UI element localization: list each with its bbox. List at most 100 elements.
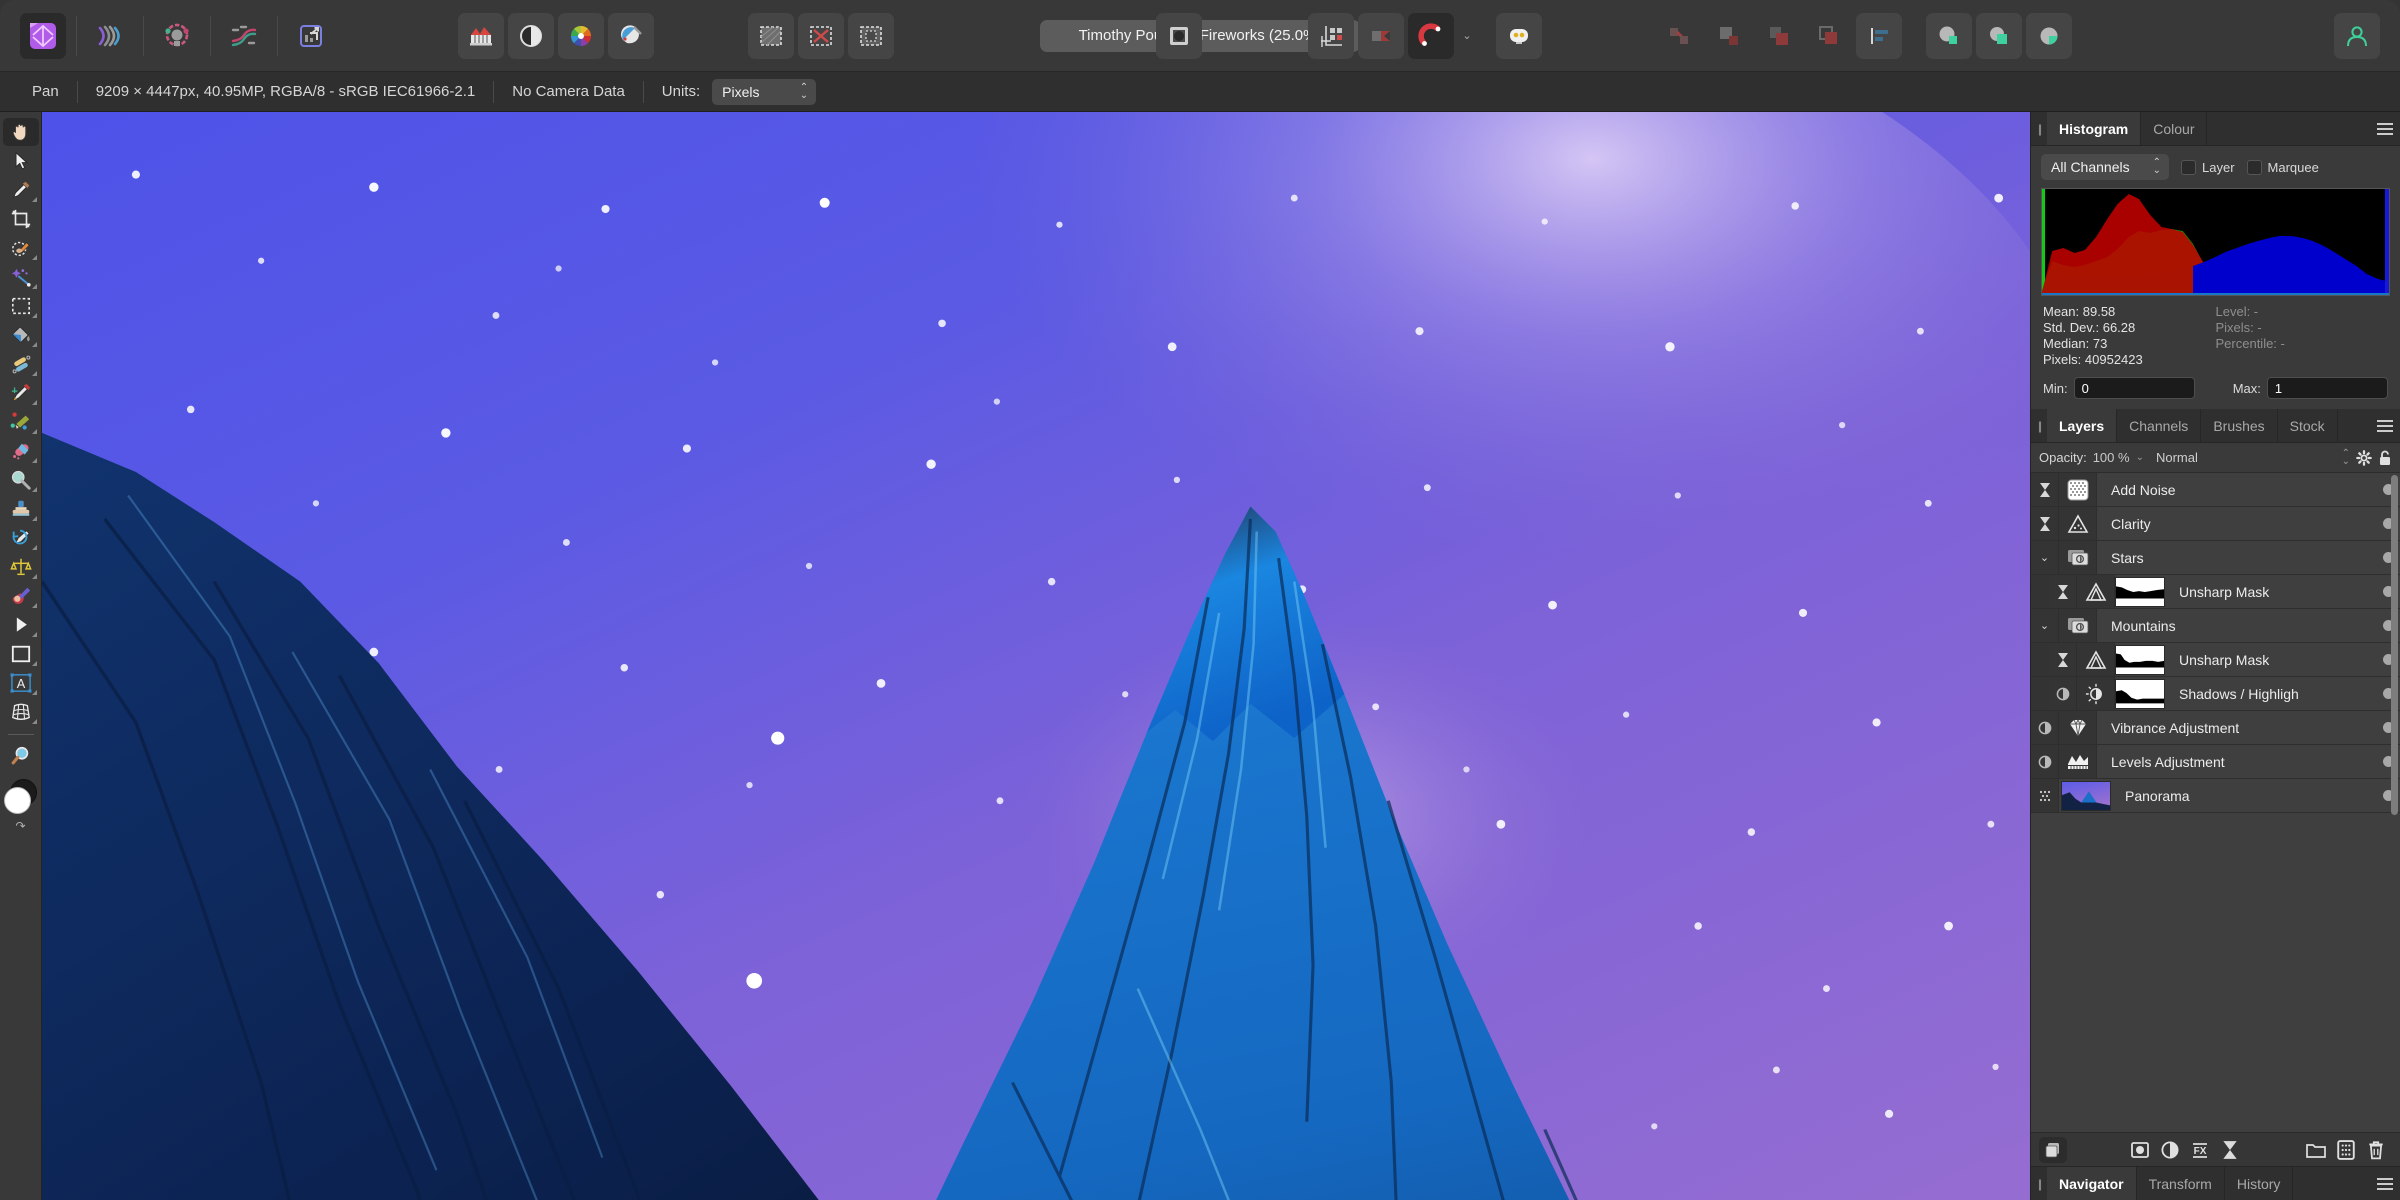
- tab-transform[interactable]: Transform: [2137, 1167, 2225, 1200]
- marquee-checkbox[interactable]: Marquee: [2246, 159, 2319, 175]
- select-all-button[interactable]: [748, 12, 794, 59]
- layer-fx-toggle[interactable]: [2031, 507, 2059, 541]
- adjustment-toggle[interactable]: [2031, 745, 2059, 779]
- mask-stack-icon[interactable]: [2039, 1136, 2067, 1163]
- pan-tool[interactable]: [2, 118, 39, 146]
- dodge-burn-tool[interactable]: [3, 553, 39, 581]
- units-select[interactable]: Pixels ⌃ ⌄: [712, 78, 817, 105]
- tab-histogram[interactable]: Histogram: [2047, 112, 2142, 145]
- layer-mask-thumbnail[interactable]: [2115, 644, 2165, 675]
- snapping-candidates-button[interactable]: [1358, 12, 1404, 59]
- xor-button[interactable]: [1806, 13, 1852, 59]
- paint-mixer-tool[interactable]: [3, 408, 39, 436]
- gradient-tool[interactable]: [3, 350, 39, 378]
- combine-button[interactable]: [2026, 12, 2072, 59]
- panel-menu-icon[interactable]: [2370, 409, 2400, 442]
- half-circle-icon[interactable]: [2156, 1137, 2184, 1163]
- blur-brush-tool[interactable]: [3, 466, 39, 494]
- table-row[interactable]: Shadows / Highligh: [2031, 677, 2400, 712]
- intersect-button[interactable]: [1756, 13, 1802, 59]
- ai-assistant-button[interactable]: [1496, 12, 1542, 59]
- invert-selection-button[interactable]: [848, 12, 894, 59]
- folder-icon[interactable]: [2302, 1137, 2330, 1163]
- export-persona-button[interactable]: [288, 13, 334, 59]
- develop-persona-button[interactable]: [154, 13, 200, 59]
- table-row[interactable]: ⌄ Mountains: [2031, 609, 2400, 644]
- layer-settings-icon[interactable]: [2356, 450, 2372, 466]
- channel-select[interactable]: All Channels ⌃ ⌄: [2041, 154, 2169, 180]
- marquee-tool[interactable]: [3, 292, 39, 320]
- table-row[interactable]: Clarity: [2031, 507, 2400, 542]
- crop-tool[interactable]: [3, 205, 39, 233]
- subtract-button[interactable]: [1706, 13, 1752, 59]
- divide-button[interactable]: [1976, 12, 2022, 59]
- histogram-chart[interactable]: [2041, 188, 2390, 296]
- flood-fill-tool[interactable]: [3, 321, 39, 349]
- tab-colour[interactable]: Colour: [2141, 112, 2208, 145]
- panel-grip[interactable]: ||: [2031, 409, 2047, 442]
- flood-select-tool[interactable]: [3, 263, 39, 291]
- colour-well[interactable]: [3, 779, 38, 814]
- deselect-button[interactable]: [798, 12, 844, 59]
- chevron-down-icon[interactable]: ⌄: [2136, 452, 2144, 463]
- layer-mask-thumbnail[interactable]: [2115, 678, 2165, 709]
- tab-history[interactable]: History: [2225, 1167, 2294, 1200]
- max-input[interactable]: 1: [2266, 377, 2389, 400]
- pixel-layer-toggle[interactable]: [2031, 779, 2059, 813]
- separate-button[interactable]: [1656, 13, 1702, 59]
- blend-mode-select[interactable]: Normal: [2150, 450, 2336, 465]
- pixel-layer-icon[interactable]: [2126, 1137, 2154, 1163]
- layer-list[interactable]: Add Noise Clarity ⌄ Stars Unsharp Mask ⌄…: [2031, 473, 2400, 1132]
- table-row[interactable]: Vibrance Adjustment: [2031, 711, 2400, 746]
- tab-layers[interactable]: Layers: [2047, 409, 2118, 443]
- hourglass-icon[interactable]: [2216, 1137, 2244, 1163]
- assistant-button[interactable]: [458, 12, 504, 59]
- group-expand-chevron-down-icon[interactable]: ⌄: [2031, 541, 2059, 575]
- group-expand-chevron-down-icon[interactable]: ⌄: [2031, 609, 2059, 643]
- adjustment-toggle[interactable]: [2031, 711, 2059, 745]
- account-button[interactable]: [2334, 12, 2380, 59]
- selection-brush-tool[interactable]: [3, 234, 39, 262]
- pixel-square-icon[interactable]: [2332, 1137, 2360, 1163]
- photo-persona-button[interactable]: [20, 12, 66, 59]
- tone-mapping-persona-button[interactable]: [221, 13, 267, 59]
- table-row[interactable]: Levels Adjustment: [2031, 745, 2400, 780]
- table-row[interactable]: Unsharp Mask: [2031, 575, 2400, 610]
- layer-mask-thumbnail[interactable]: [2115, 576, 2165, 607]
- tab-stock[interactable]: Stock: [2278, 409, 2338, 443]
- tab-brushes[interactable]: Brushes: [2201, 409, 2278, 443]
- mesh-warp-tool[interactable]: [3, 698, 39, 726]
- layer-fx-toggle[interactable]: [2031, 473, 2059, 507]
- table-row[interactable]: ⌄ Stars: [2031, 541, 2400, 576]
- snapping-dropdown[interactable]: ⌄: [1456, 13, 1478, 59]
- layer-list-scrollbar[interactable]: [2391, 475, 2398, 816]
- panel-menu-icon[interactable]: [2370, 1167, 2400, 1200]
- lock-icon[interactable]: [2378, 450, 2392, 466]
- foreground-colour-swatch[interactable]: [3, 787, 31, 814]
- stepper-icon[interactable]: ⌃ ⌄: [2342, 448, 2350, 466]
- liquify-persona-button[interactable]: [87, 13, 133, 59]
- opacity-value[interactable]: 100 %: [2093, 450, 2130, 465]
- table-row[interactable]: Panorama: [2031, 779, 2400, 814]
- colour-picker-tool[interactable]: [3, 176, 39, 204]
- merge-button[interactable]: [1926, 12, 1972, 59]
- trash-icon[interactable]: [2362, 1137, 2390, 1163]
- layer-thumbnail[interactable]: [2061, 780, 2111, 811]
- smudge-brush-tool[interactable]: [3, 582, 39, 610]
- artistic-text-tool[interactable]: A: [3, 669, 39, 697]
- rectangle-tool[interactable]: [3, 640, 39, 668]
- erase-brush-tool[interactable]: [3, 437, 39, 465]
- fx-icon[interactable]: FX: [2186, 1137, 2214, 1163]
- panel-grip[interactable]: ||: [2031, 1167, 2047, 1200]
- align-button[interactable]: [1856, 12, 1902, 59]
- layer-checkbox[interactable]: Layer: [2181, 159, 2235, 175]
- adjustment-toggle[interactable]: [2049, 677, 2077, 711]
- swap-colours-icon[interactable]: ↷: [15, 819, 25, 833]
- tab-navigator[interactable]: Navigator: [2047, 1167, 2137, 1200]
- move-tool[interactable]: [3, 147, 39, 175]
- table-row[interactable]: Unsharp Mask: [2031, 643, 2400, 678]
- colour-button[interactable]: [558, 12, 604, 59]
- layer-fx-toggle[interactable]: [2049, 575, 2077, 609]
- zoom-tool[interactable]: [3, 742, 39, 770]
- enable-snapping-button[interactable]: [1408, 12, 1454, 59]
